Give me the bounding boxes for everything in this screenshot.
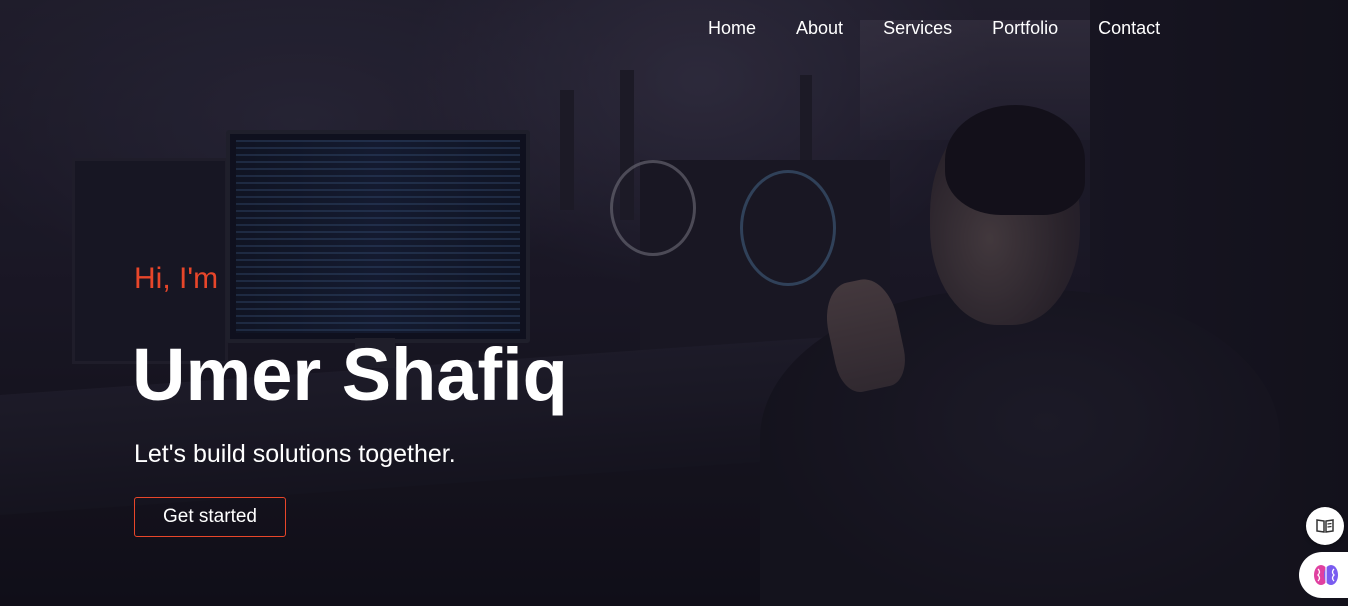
- main-nav: Home About Services Portfolio Contact: [688, 17, 1180, 39]
- assistant-widget-button[interactable]: [1299, 552, 1348, 598]
- brain-icon: [1314, 565, 1338, 585]
- hero-tagline: Let's build solutions together.: [134, 440, 456, 468]
- nav-services[interactable]: Services: [863, 17, 972, 39]
- reader-widget-button[interactable]: [1306, 507, 1344, 545]
- hero-greeting: Hi, I'm: [134, 262, 219, 295]
- nav-contact[interactable]: Contact: [1078, 17, 1180, 39]
- nav-home[interactable]: Home: [688, 17, 776, 39]
- nav-portfolio[interactable]: Portfolio: [972, 17, 1078, 39]
- book-icon: [1316, 519, 1334, 533]
- hero-name: Umer Shafiq: [132, 333, 568, 416]
- nav-about[interactable]: About: [776, 17, 863, 39]
- get-started-button[interactable]: Get started: [134, 497, 286, 537]
